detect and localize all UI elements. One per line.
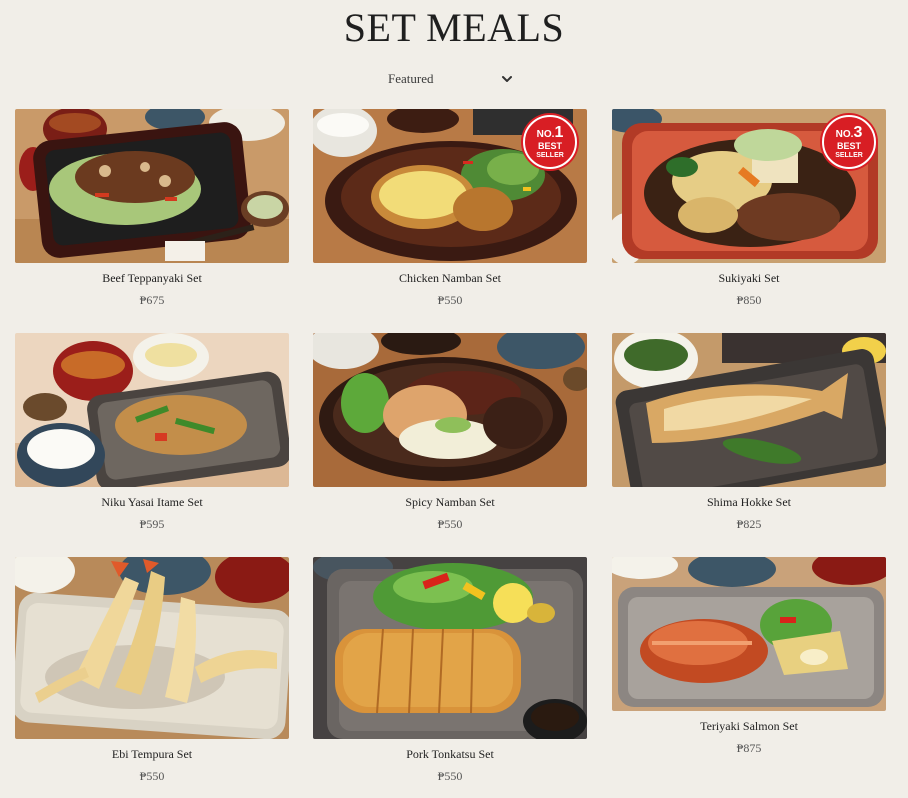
meal-price: ₱850 (736, 293, 762, 307)
menu-card-shima-hokke: Shima Hokke Set ₱825 (612, 333, 886, 531)
meal-name[interactable]: Niku Yasai Itame Set (15, 495, 289, 509)
menu-card-spicy-namban: Spicy Namban Set ₱550 (313, 333, 587, 531)
meal-name[interactable]: Chicken Namban Set (313, 271, 587, 285)
sort-dropdown[interactable]: Featured (384, 68, 518, 90)
meal-name[interactable]: Teriyaki Salmon Set (612, 719, 886, 733)
menu-card-niku-yasai-itame: Niku Yasai Itame Set ₱595 (15, 333, 289, 531)
meal-price: ₱550 (139, 769, 165, 783)
menu-card-beef-teppanyaki: Beef Teppanyaki Set ₱675 (15, 109, 289, 307)
meal-price: ₱550 (437, 293, 463, 307)
meal-name[interactable]: Beef Teppanyaki Set (15, 271, 289, 285)
meal-photo[interactable] (313, 557, 587, 739)
chevron-down-icon (502, 76, 512, 82)
meal-price: ₱550 (437, 769, 463, 783)
meal-photo[interactable]: NO.1 BEST SELLER (313, 109, 587, 263)
meal-photo[interactable] (15, 333, 289, 487)
meal-price: ₱550 (437, 517, 463, 531)
menu-card-chicken-namban: NO.1 BEST SELLER Chicken Namban Set ₱550 (313, 109, 587, 307)
meal-photo[interactable] (612, 333, 886, 487)
meal-name[interactable]: Pork Tonkatsu Set (313, 747, 587, 761)
meal-price: ₱595 (139, 517, 165, 531)
meal-name[interactable]: Spicy Namban Set (313, 495, 587, 509)
meal-name[interactable]: Ebi Tempura Set (15, 747, 289, 761)
best-seller-badge: NO.1 BEST SELLER (523, 115, 577, 169)
menu-card-sukiyaki: NO.3 BEST SELLER Sukiyaki Set ₱850 (612, 109, 886, 307)
menu-card-teriyaki-salmon: Teriyaki Salmon Set ₱875 (612, 557, 886, 755)
meal-photo[interactable] (15, 109, 289, 263)
meal-photo[interactable] (313, 333, 587, 487)
best-seller-badge: NO.3 BEST SELLER (822, 115, 876, 169)
meal-name[interactable]: Shima Hokke Set (612, 495, 886, 509)
meal-name[interactable]: Sukiyaki Set (612, 271, 886, 285)
page-title: SET MEALS (343, 5, 565, 50)
meal-photo[interactable]: NO.3 BEST SELLER (612, 109, 886, 263)
menu-card-ebi-tempura: Ebi Tempura Set ₱550 (15, 557, 289, 783)
set-meals-page: SET MEALS Featured Beef Teppanyaki Set ₱… (0, 0, 908, 798)
meal-price: ₱825 (736, 517, 762, 531)
meal-price: ₱675 (139, 293, 165, 307)
meal-photo[interactable] (15, 557, 289, 739)
menu-card-pork-tonkatsu: Pork Tonkatsu Set ₱550 (313, 557, 587, 783)
meal-price: ₱875 (736, 741, 762, 755)
meal-photo[interactable] (612, 557, 886, 711)
sort-selected-value: Featured (388, 71, 434, 86)
